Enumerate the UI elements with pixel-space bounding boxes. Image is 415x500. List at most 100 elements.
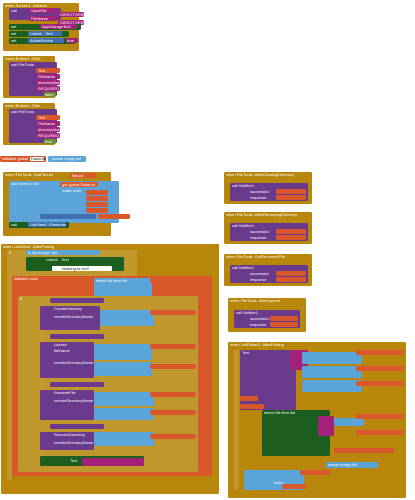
blocks-workspace[interactable]: when Screen1 .Initialize call SaveFile D…: [0, 0, 415, 500]
after-creating-call-label: call Notifier1 .: [232, 183, 257, 188]
global-name-field[interactable]: DataList: [30, 156, 46, 161]
button2-arg2: FileName: [36, 121, 60, 126]
make-a-list-label: make a list: [62, 188, 82, 193]
active-device-label: ActiveDevice: [30, 38, 54, 43]
right-get-3: [356, 381, 404, 386]
create-dir-select: [100, 310, 154, 326]
label1-text-lbl: Label1 . Text: [46, 257, 69, 262]
create-empty-list[interactable]: create empty list: [48, 156, 86, 162]
button1-arg1: Text: [36, 68, 60, 73]
button1-arg2-label: FileName: [38, 74, 56, 79]
right-bottom-get-2: [282, 484, 306, 489]
directories-label-1: DIRECTORIES: [60, 12, 88, 17]
listview-after-picking-header: when ListView1 .AfterPicking: [3, 244, 55, 249]
select-list-item-local[interactable]: select list item list: [94, 278, 152, 298]
right-else-get-3: [334, 448, 394, 453]
upload-select-1: [94, 344, 152, 360]
rename-call[interactable]: RenameFile remoteDirectoryName: [40, 390, 94, 420]
after-removing-p1: successful: [250, 229, 269, 234]
after-upload-call-label: call Notifier1 .: [236, 310, 261, 315]
right-else-select-1: [334, 418, 364, 426]
filename-text: FileName: [29, 16, 57, 21]
label1-text-slot: Label1 . Text: [28, 31, 62, 36]
remove-call[interactable]: RemoveDirectory remoteDirectoryName: [40, 432, 94, 450]
right-else-get-1: [356, 414, 404, 419]
global-name-label: DataList: [31, 156, 46, 161]
button2-call-label: call FileTools .: [11, 109, 37, 114]
got-renamed-p2: response: [250, 277, 267, 282]
storage-label: AppStorageText: [42, 24, 71, 29]
rename-select-2: [94, 408, 154, 420]
button1-click-header: when Button1 .Click: [5, 56, 41, 61]
got-renamed-header: when FileTools .GotRenamedFile: [226, 254, 285, 259]
after-upload-p1: successful: [250, 316, 269, 321]
after-creating-get2: [276, 195, 306, 200]
rename-get-2: [150, 410, 196, 415]
local-get-global: [150, 278, 198, 283]
right-else-label: select list item list: [264, 410, 296, 415]
after-upload-p2: response: [250, 322, 267, 327]
get-global-label-1: get global DataList: [62, 182, 96, 187]
after-creating-get1: [276, 189, 306, 194]
upload-label: Upload: [54, 342, 67, 347]
filename-label: FileName: [31, 16, 49, 21]
button2-value-label: true: [45, 139, 52, 144]
upload-select-2: [94, 362, 152, 376]
remote-dir-label-3: remoteDirectoryName: [54, 398, 94, 403]
create-dir-call[interactable]: CreateDirectory remoteDirectoryName: [40, 306, 100, 330]
rename-select-1: [94, 392, 154, 406]
make-a-list-block[interactable]: make a list: [60, 188, 84, 216]
create-dir-label: CreateDirectory: [54, 306, 83, 311]
right-select-2: [302, 366, 362, 378]
got-file-list-param-label: fileList: [72, 173, 84, 178]
right-else-get-2: [356, 430, 404, 435]
right-bottom-get-1: [300, 470, 330, 475]
after-removing-p2: response: [250, 235, 267, 240]
after-creating-p1: successful: [250, 189, 269, 194]
set-label-3: set: [11, 38, 17, 43]
got-file-list-header: when FileTools .GotFileList: [5, 172, 53, 177]
button2-arg4: REQUIRED: [36, 133, 60, 138]
active-device-slot: ActiveDevice: [28, 38, 64, 43]
button2-value: true: [44, 139, 56, 144]
button1-arg4-label: REQUIRED: [38, 86, 60, 91]
button1-arg3: directoryName: [36, 80, 64, 85]
remove-get: [150, 434, 196, 439]
button1-arg4: REQUIRED: [36, 86, 60, 91]
item-slot-3: [86, 202, 108, 207]
length-get: [98, 214, 130, 219]
if-label-1: if: [9, 250, 11, 255]
init-local-label: initialize local: [14, 276, 38, 281]
create-empty-list-label: create empty list: [52, 156, 82, 161]
button2-click-header: when Button2 .Click: [5, 103, 41, 108]
nothing-label: Nothing to do!!!: [62, 266, 90, 271]
button1-arg3-label: directoryName: [38, 80, 65, 85]
got-renamed-p1: successful: [250, 271, 269, 276]
button1-arg2: FileName: [36, 74, 60, 79]
right-small-get-2: [240, 404, 264, 409]
after-creating-p2: response: [250, 195, 267, 200]
right-then-set[interactable]: Text: [240, 350, 296, 410]
savefile-text: SaveFile: [29, 8, 57, 13]
right-if-block[interactable]: [234, 350, 239, 490]
item-slot-2: [86, 196, 108, 201]
got-file-list-param: fileList: [70, 173, 96, 178]
else-text-label: Text: [70, 458, 78, 463]
right-small-get: [240, 396, 258, 401]
button2-arg3: directoryName: [36, 127, 64, 132]
upload-get-2: [150, 364, 196, 369]
right-else-join: [318, 416, 334, 436]
after-removing-header: when FileTools .AfterRemovingDirectory: [226, 212, 298, 217]
got-renamed-get2: [276, 277, 306, 282]
after-upload-header: when FileTools .AfterUpload: [230, 298, 280, 303]
get-global-datalist-1: get global DataList: [60, 182, 98, 187]
upload-call[interactable]: Upload fileName remoteDirectoryName: [40, 342, 94, 378]
button2-arg1-label: Text: [38, 115, 46, 120]
add-items-label: add items to list: [11, 181, 39, 186]
right-get-2: [356, 366, 404, 371]
right-select-3: [302, 380, 362, 392]
set-label-1: set: [11, 24, 17, 29]
button2-arg1: Text: [36, 115, 60, 120]
right-create-empty[interactable]: create empty list: [326, 462, 378, 468]
listpicker-header: when ListPicker1 .AfterPicking: [230, 342, 284, 347]
